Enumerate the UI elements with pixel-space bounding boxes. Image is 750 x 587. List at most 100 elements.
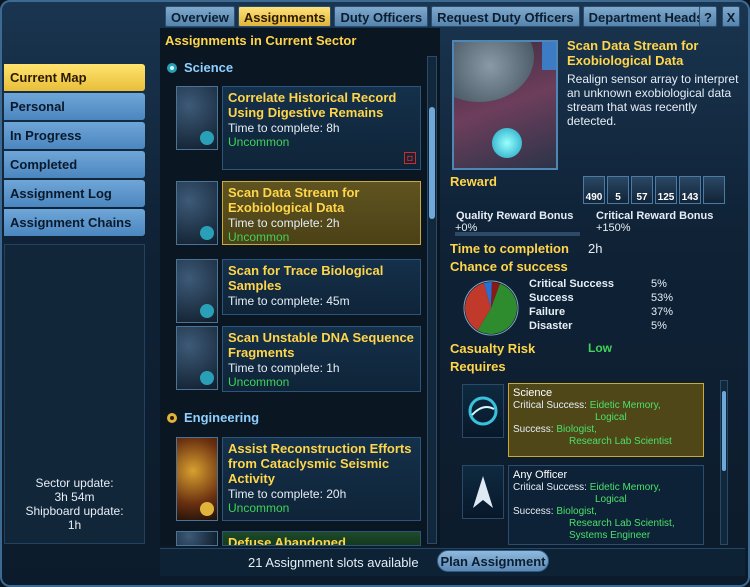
trait-eidetic-memory: Eidetic Memory, (589, 400, 661, 411)
assignment-thumbnail[interactable] (176, 437, 218, 521)
assignment-card[interactable]: Correlate Historical Record Using Digest… (222, 86, 421, 170)
odds-label: Failure (529, 306, 566, 318)
nav-personal[interactable]: Personal (4, 93, 145, 120)
nav-assignment-log[interactable]: Assignment Log (4, 180, 145, 207)
assignment-title: Scan Data Stream for Exobiological Data (228, 185, 360, 215)
engineering-icon (200, 502, 214, 516)
help-button[interactable]: ? (699, 6, 717, 27)
assignment-thumbnail[interactable] (176, 326, 218, 390)
chance-of-success-label: Chance of success (450, 259, 568, 274)
experience-icon[interactable]: 125 (655, 176, 677, 204)
assignment-thumbnail[interactable] (176, 86, 218, 150)
assignment-time: Time to complete: 1h (228, 361, 340, 375)
dilithium-icon[interactable]: 490 (583, 176, 605, 204)
success-label: Success: (513, 424, 554, 435)
scrollbar-thumb[interactable] (722, 391, 726, 471)
tab-duty-officers[interactable]: Duty Officers (334, 6, 429, 27)
time-to-completion-value: 2h (588, 241, 603, 256)
nav-assignment-chains[interactable]: Assignment Chains (4, 209, 145, 236)
nav-current-map[interactable]: Current Map (4, 64, 145, 91)
assignment-thumbnail[interactable] (176, 259, 218, 323)
assignment-time: Time to complete: 45m (228, 294, 350, 308)
odds-value: 5% (651, 320, 667, 332)
close-button[interactable]: X (722, 6, 740, 27)
assignment-thumbnail[interactable] (176, 531, 218, 546)
shipboard-update-value: 1h (67, 518, 82, 532)
critical-bonus-label: Critical Reward Bonus (596, 210, 714, 222)
reward-value: 5 (615, 192, 621, 203)
critical-success-label: Critical Success: (513, 400, 587, 411)
science-xp-icon[interactable]: 57 (631, 176, 653, 204)
assignment-art (452, 40, 558, 170)
sector-update-label: Sector update: (35, 476, 114, 490)
science-icon (468, 396, 498, 426)
shipboard-update-label: Shipboard update: (25, 504, 124, 518)
casualty-risk-value: Low (588, 341, 612, 355)
assignment-card-selected[interactable]: Scan Data Stream for Exobiological Data … (222, 181, 421, 245)
time-to-completion-label: Time to completion (450, 241, 569, 256)
odds-label: Disaster (529, 320, 573, 332)
assignment-card[interactable]: Scan for Trace Biological Samples Time t… (222, 259, 421, 315)
assignment-title: Defuse Abandoned (228, 535, 346, 546)
lobi-icon[interactable]: 5 (607, 176, 629, 204)
requirement-slot-any-officer[interactable]: Any Officer Critical Success: Eidetic Me… (508, 465, 704, 545)
planet-image (454, 42, 534, 102)
skill-icon[interactable]: 143 (679, 176, 701, 204)
requirement-title: Any Officer (513, 469, 568, 481)
tab-request-duty-officers[interactable]: Request Duty Officers (431, 6, 580, 27)
reward-value: 57 (636, 192, 648, 203)
assignment-thumbnail[interactable] (176, 181, 218, 245)
any-officer-slot-icon[interactable] (462, 465, 504, 519)
odds-label: Success (529, 292, 574, 304)
requirements-scrollbar[interactable] (720, 380, 728, 545)
nav-in-progress[interactable]: In Progress (4, 122, 145, 149)
assignment-card[interactable]: Defuse Abandoned (222, 531, 421, 546)
reward-value: 125 (657, 192, 675, 203)
plan-assignment-button[interactable]: Plan Assignment (437, 550, 549, 572)
quality-bonus-bar (455, 232, 580, 236)
sector-update-info: Sector update: 3h 54m Shipboard update: … (4, 476, 145, 532)
assignment-time: Time to complete: 8h (228, 121, 340, 135)
trait-systems-engineer: Systems Engineer (569, 530, 651, 541)
requirement-slot-science[interactable]: Science Critical Success: Eidetic Memory… (508, 383, 704, 457)
detail-description: Realign sensor array to interpret an unk… (567, 72, 739, 128)
scrollbar-thumb[interactable] (429, 107, 435, 219)
top-tabs: Overview Assignments Duty Officers Reque… (165, 6, 710, 27)
assignment-title: Scan Unstable DNA Sequence Fragments (228, 330, 414, 360)
category-label: Science (184, 60, 234, 75)
tab-department-heads[interactable]: Department Heads (582, 6, 710, 27)
warning-icon: ◘ (404, 152, 416, 164)
critical-success-label: Critical Success: (513, 482, 587, 493)
assignment-card[interactable]: Assist Reconstruction Efforts from Catac… (222, 437, 421, 521)
starfleet-corner-icon (542, 42, 556, 70)
category-engineering: Engineering (166, 410, 259, 425)
reward-value: 143 (681, 192, 699, 203)
assignment-card[interactable]: Scan Unstable DNA Sequence Fragments Tim… (222, 326, 421, 392)
assignment-title: Assist Reconstruction Efforts from Catac… (228, 441, 412, 486)
assignment-list-scrollbar[interactable] (427, 56, 437, 544)
success-label: Success: (513, 506, 554, 517)
trait-research-lab-scientist: Research Lab Scientist (569, 436, 672, 447)
tab-overview[interactable]: Overview (165, 6, 235, 27)
science-slot-icon[interactable] (462, 384, 504, 438)
assignment-rarity: Uncommon (228, 230, 290, 244)
odds-value: 53% (651, 292, 674, 304)
category-label: Engineering (184, 410, 260, 425)
detail-title: Scan Data Stream for Exobiological Data (567, 38, 699, 68)
tab-assignments[interactable]: Assignments (237, 6, 332, 27)
odds-value: 37% (651, 306, 674, 318)
requires-label: Requires (450, 359, 506, 374)
science-icon (200, 371, 214, 385)
left-nav: Current Map Personal In Progress Complet… (4, 64, 145, 238)
sector-update-value: 3h 54m (54, 490, 95, 504)
reward-pack-icon[interactable] (703, 176, 725, 204)
nav-completed[interactable]: Completed (4, 151, 145, 178)
odds-label: Critical Success (529, 278, 614, 290)
trait-biologist: Biologist, (556, 506, 597, 517)
odds-value: 5% (651, 278, 667, 290)
assignment-time: Time to complete: 20h (228, 487, 347, 501)
reward-list: 490 5 57 125 143 (583, 176, 725, 204)
success-pie-chart (463, 280, 519, 336)
science-icon (200, 304, 214, 318)
science-icon (200, 226, 214, 240)
